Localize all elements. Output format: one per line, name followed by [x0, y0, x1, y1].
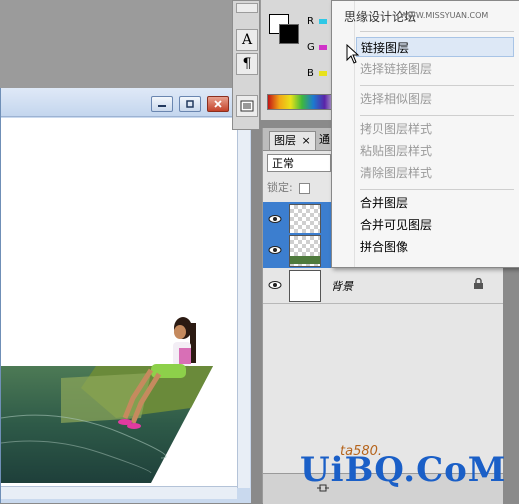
- channel-b-slider[interactable]: [319, 71, 327, 76]
- tab-layers-label: 图层: [274, 134, 296, 147]
- layer-thumbnail: [289, 270, 321, 302]
- visibility-eye-icon[interactable]: [267, 277, 283, 293]
- menu-separator: [360, 31, 514, 32]
- channel-g-slider[interactable]: [319, 45, 327, 50]
- watermark-bottom: UiBQ.CoM: [300, 450, 507, 490]
- restore-button[interactable]: [179, 96, 201, 112]
- workspace-background: [0, 0, 232, 88]
- tab-layers[interactable]: 图层 ×: [269, 131, 316, 150]
- channel-r-label: R: [307, 16, 314, 27]
- visibility-eye-icon[interactable]: [267, 242, 283, 258]
- tool-strip: A ¶: [232, 0, 260, 130]
- lock-transparency-checkbox[interactable]: [299, 182, 311, 194]
- minimize-button[interactable]: [151, 96, 173, 112]
- layer-row[interactable]: 背景: [263, 268, 503, 304]
- menu-item-flatten-image[interactable]: 拼合图像: [360, 237, 514, 257]
- context-menu: 思缘设计论坛 链接图层 选择链接图层 选择相似图层 拷贝图层样式 粘贴图层样式 …: [331, 0, 519, 268]
- document-titlebar[interactable]: [1, 88, 251, 117]
- layer-thumbnail: [289, 235, 321, 267]
- minimize-icon: [158, 105, 166, 107]
- menu-item-copy-style[interactable]: 拷贝图层样式: [360, 119, 514, 139]
- panel-menu-icon: [240, 100, 254, 112]
- lock-label: 锁定:: [267, 181, 293, 194]
- channel-g-label: G: [307, 42, 315, 53]
- watermark-top: WWW.MISSYUAN.COM: [400, 11, 489, 20]
- lock-row: 锁定:: [267, 180, 311, 196]
- paragraph-icon: ¶: [242, 56, 252, 72]
- panel-menu-button[interactable]: [236, 95, 258, 117]
- blend-mode-value: 正常: [272, 157, 294, 170]
- close-icon: [214, 100, 222, 108]
- layer-thumbnail: [289, 204, 321, 236]
- menu-item-merge-layers[interactable]: 合并图层: [360, 193, 514, 213]
- visibility-eye-icon[interactable]: [267, 211, 283, 227]
- document-canvas[interactable]: [1, 118, 237, 486]
- paragraph-button[interactable]: ¶: [236, 53, 258, 75]
- text-tool-button[interactable]: A: [236, 29, 258, 51]
- menu-item-paste-style[interactable]: 粘贴图层样式: [360, 141, 514, 161]
- menu-item-select-linked[interactable]: 选择链接图层: [360, 59, 514, 79]
- menu-item-merge-visible[interactable]: 合并可见图层: [360, 215, 514, 235]
- menu-gutter: [354, 1, 355, 267]
- menu-separator: [360, 85, 514, 86]
- blend-mode-select[interactable]: 正常: [267, 154, 331, 172]
- menu-item-clear-style[interactable]: 清除图层样式: [360, 163, 514, 183]
- menu-separator: [360, 189, 514, 190]
- menu-item-link-layers[interactable]: 链接图层: [356, 37, 514, 57]
- tool-strip-top: [236, 3, 258, 13]
- tab-close-icon[interactable]: ×: [302, 134, 311, 147]
- text-tool-icon: A: [241, 32, 253, 48]
- horizontal-scrollbar[interactable]: [1, 486, 237, 499]
- tab-channels-label: 通: [319, 133, 330, 146]
- menu-item-select-similar[interactable]: 选择相似图层: [360, 89, 514, 109]
- channel-r-slider[interactable]: [319, 19, 327, 24]
- close-button[interactable]: [207, 96, 229, 112]
- lock-icon: [474, 278, 483, 289]
- background-color-swatch[interactable]: [279, 24, 299, 44]
- canvas-image: [1, 317, 213, 483]
- vertical-scrollbar[interactable]: [237, 118, 250, 488]
- channel-b-label: B: [307, 68, 314, 79]
- layer-name: 背景: [331, 280, 353, 293]
- document-window: [0, 88, 251, 503]
- restore-icon: [186, 100, 194, 108]
- menu-separator: [360, 115, 514, 116]
- color-spectrum-bar[interactable]: [267, 94, 337, 110]
- mouse-cursor-icon: [346, 44, 360, 64]
